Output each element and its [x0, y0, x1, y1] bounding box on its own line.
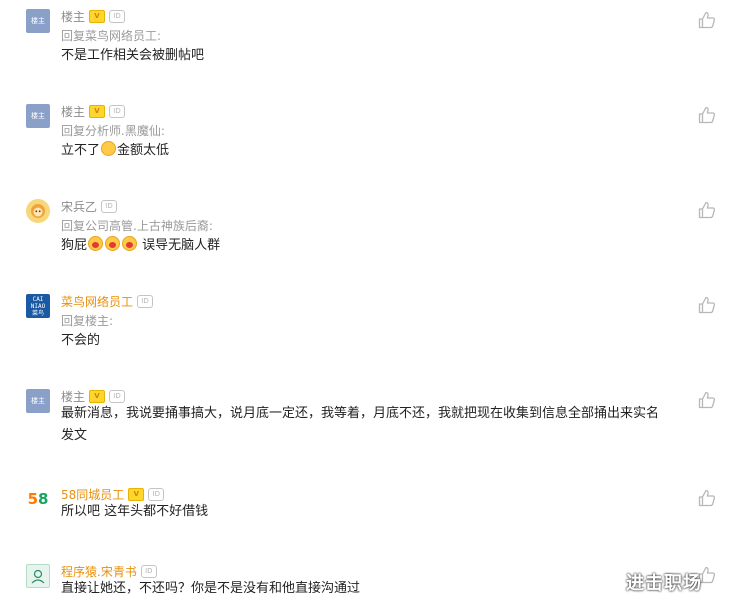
avatar[interactable]: 楼主	[26, 9, 50, 33]
thumbs-up-icon[interactable]	[698, 11, 716, 29]
comment-text: 所以吧 这年头都不好借钱	[61, 504, 209, 519]
avatar[interactable]: CAI NIAO 菜鸟	[26, 294, 50, 318]
thumbs-up-icon[interactable]	[698, 489, 716, 507]
comment-item: 楼主 楼主 V ID 回复菜鸟网络员工: 不是工作相关会被删帖吧	[0, 9, 730, 89]
comment-text: 立不了 金额太低	[61, 140, 671, 162]
angry-emoji-icon	[105, 236, 121, 251]
comment-text-part: 狗屁	[61, 238, 88, 253]
angry-emoji-icon	[88, 236, 104, 251]
reply-to: 回复公司高管.上古神族后裔:	[61, 219, 213, 233]
angry-emoji-icon	[122, 236, 138, 251]
comment-text: 不会的	[61, 333, 101, 348]
comment-text: 不是工作相关会被删帖吧	[61, 48, 205, 63]
comment-item: 58 58同城员工 V ID 所以吧 这年头都不好借钱	[0, 487, 730, 557]
comment-item: CAI NIAO 菜鸟 菜鸟网络员工 ID 回复楼主: 不会的	[0, 294, 730, 374]
id-badge: ID	[140, 564, 157, 578]
comment-text-part: 金额太低	[117, 143, 170, 158]
avatar-logo: 8	[38, 490, 49, 508]
id-badge: ID	[137, 294, 154, 308]
v-badge: V	[89, 9, 106, 23]
username[interactable]: 楼主	[61, 103, 85, 120]
cartoon-face-icon	[31, 204, 45, 218]
avatar-logo-text: 菜鸟	[31, 309, 44, 317]
comment-text: 直接让她还，不还吗？你是不是没有和他直接沟通过	[61, 581, 361, 596]
id-badge: ID	[109, 104, 126, 118]
comment-text-part: 误导无脑人群	[138, 238, 221, 253]
programmer-icon	[31, 569, 45, 584]
v-badge: V	[128, 487, 145, 501]
avatar-logo-text: NIAO	[30, 302, 46, 310]
comment-item: 楼主 楼主 V ID 回复分析师.黑魔仙: 立不了 金额太低	[0, 104, 730, 184]
reply-to: 回复楼主:	[61, 314, 114, 328]
comment-meta: 菜鸟网络员工 ID	[61, 292, 154, 310]
comment-item: 程序猿.宋青书 ID 直接让她还，不还吗？你是不是没有和他直接沟通过	[0, 564, 730, 611]
reply-to: 回复分析师.黑魔仙:	[61, 124, 165, 138]
laughing-emoji-icon	[101, 141, 117, 156]
username[interactable]: 58同城员工	[61, 486, 124, 503]
avatar[interactable]: 楼主	[26, 389, 50, 413]
id-badge: ID	[101, 199, 118, 213]
avatar[interactable]	[26, 199, 50, 223]
thumbs-up-icon[interactable]	[698, 296, 716, 314]
thumbs-up-icon[interactable]	[698, 106, 716, 124]
id-badge: ID	[109, 9, 126, 23]
watermark: 进击职场	[626, 573, 702, 594]
username[interactable]: 楼主	[61, 8, 85, 25]
id-badge: ID	[109, 389, 126, 403]
thumbs-up-icon[interactable]	[698, 201, 716, 219]
comment-item: 楼主 楼主 V ID 最新消息，我说要捅事搞大，说月底一定还，我等着，月底不还，…	[0, 389, 730, 479]
comment-text: 最新消息，我说要捅事搞大，说月底一定还，我等着，月底不还，我就把现在收集到信息全…	[61, 406, 660, 443]
username[interactable]: 菜鸟网络员工	[61, 293, 133, 310]
id-badge: ID	[148, 487, 165, 501]
comment-meta: 楼主 V ID	[61, 102, 126, 120]
avatar-logo-text: CAI	[32, 295, 44, 303]
username[interactable]: 楼主	[61, 388, 85, 405]
username[interactable]: 程序猿.宋青书	[61, 563, 137, 580]
comment-text-part: 立不了	[61, 143, 101, 158]
avatar[interactable]: 楼主	[26, 104, 50, 128]
v-badge: V	[89, 389, 106, 403]
avatar-logo: 5	[27, 490, 38, 508]
username[interactable]: 宋兵乙	[61, 198, 97, 215]
comment-item: 宋兵乙 ID 回复公司高管.上古神族后裔: 狗屁 误导无脑人群	[0, 199, 730, 279]
avatar[interactable]: 58	[26, 487, 50, 511]
reply-to: 回复菜鸟网络员工:	[61, 29, 162, 43]
comment-meta: 楼主 V ID	[61, 7, 126, 25]
v-badge: V	[89, 104, 106, 118]
thumbs-up-icon[interactable]	[698, 391, 716, 409]
avatar[interactable]	[26, 564, 50, 588]
comment-meta: 宋兵乙 ID	[61, 197, 118, 215]
comment-text: 狗屁 误导无脑人群	[61, 235, 671, 257]
